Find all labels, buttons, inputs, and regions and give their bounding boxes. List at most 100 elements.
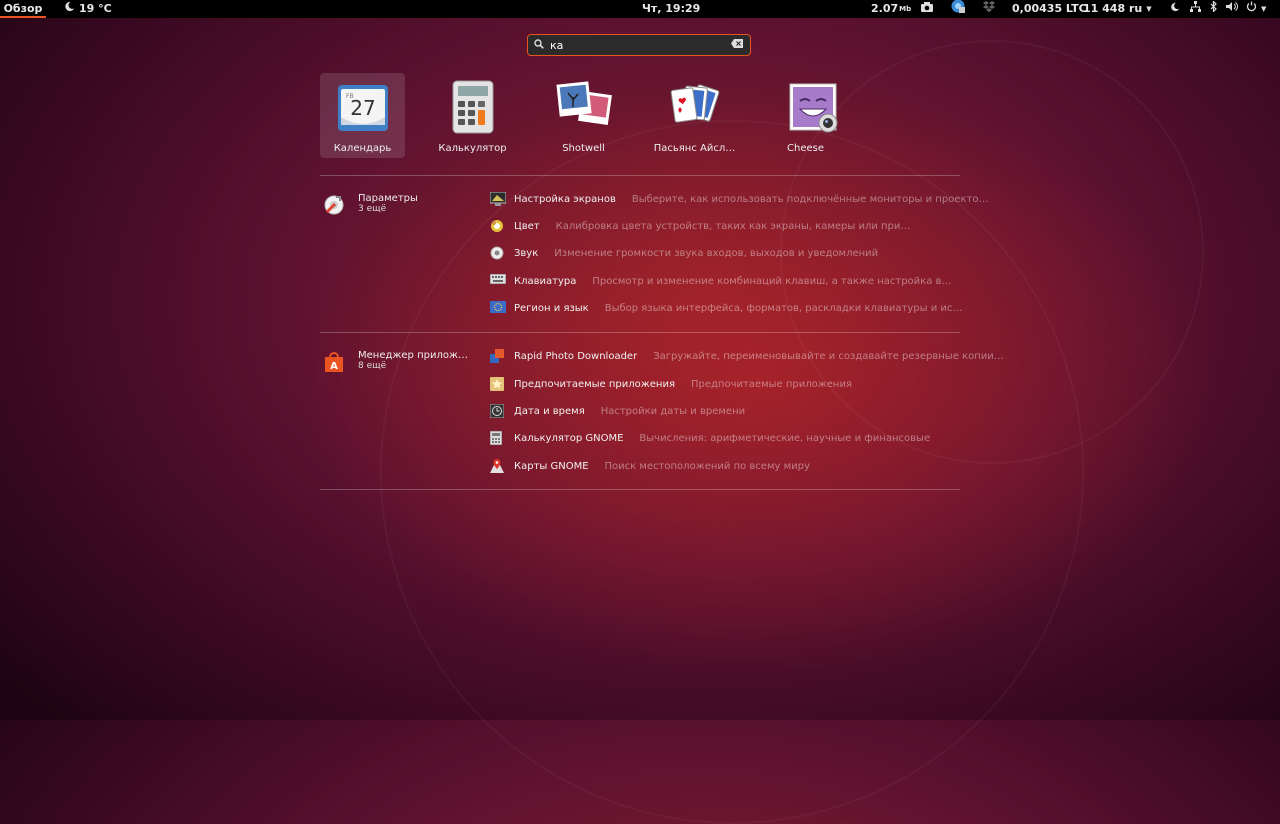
playing-cards-icon — [667, 79, 723, 135]
calendar-icon: FB 27 — [335, 79, 391, 135]
app-label: Shotwell — [562, 143, 605, 154]
app-calculator[interactable]: Калькулятор — [430, 73, 515, 158]
search-icon — [528, 38, 550, 52]
app-calendar[interactable]: FB 27 Календарь — [320, 73, 405, 158]
chevron-down-icon: ▼ — [1261, 5, 1267, 13]
clear-search-icon[interactable] — [724, 39, 750, 51]
night-light-icon — [1170, 0, 1180, 18]
result-color[interactable]: Цвет Калибровка цвета устройств, таких к… — [490, 218, 916, 234]
calculator-icon — [445, 79, 501, 135]
search-box[interactable] — [527, 34, 751, 56]
clock-icon — [489, 403, 506, 419]
result-region-language[interactable]: Регион и язык Выбор языка интерфейса, фо… — [490, 300, 965, 316]
result-description: Выберите, как использовать подключённые … — [631, 193, 992, 205]
crypto-indicator[interactable]: 0,00435 LTC — [1012, 0, 1087, 18]
weather-temp: 19 °C — [79, 2, 112, 15]
net-speed-indicator[interactable]: 2.07 Mb — [871, 0, 911, 18]
result-title: Rapid Photo Downloader — [514, 350, 638, 362]
result-description: Предпочитаемые приложения — [690, 378, 852, 390]
net-speed-unit: Mb — [899, 5, 912, 13]
result-title: Предпочитаемые приложения — [514, 378, 675, 390]
search-input[interactable] — [550, 38, 724, 52]
clock-button[interactable]: Чт, 19:29 — [642, 0, 700, 18]
result-description: Изменение громкости звука входов, выходо… — [554, 247, 879, 259]
activities-indicator — [0, 16, 46, 18]
dropbox-indicator[interactable] — [983, 0, 995, 18]
result-description: Поиск местоположений по всему миру — [604, 460, 810, 472]
result-gnome-calculator[interactable]: Калькулятор GNOME Вычисления: арифметиче… — [489, 430, 931, 446]
language-label: ru — [1129, 2, 1143, 15]
result-date-time[interactable]: Дата и время Настройки даты и времени — [489, 403, 746, 419]
volume-icon — [1226, 0, 1238, 18]
language-indicator[interactable]: ru ▼ — [1129, 0, 1152, 18]
cheese-icon — [778, 79, 837, 135]
result-description: Вычисления: арифметические, научные и фи… — [639, 432, 931, 444]
result-title: Карты GNOME — [514, 460, 589, 472]
night-light-indicator[interactable] — [1170, 0, 1180, 18]
svg-text:27: 27 — [350, 96, 375, 120]
maps-icon — [490, 459, 506, 473]
settings-icon — [322, 193, 348, 219]
result-preferred-apps[interactable]: Предпочитаемые приложения Предпочитаемые… — [490, 376, 852, 392]
net-speed-value: 2.07 — [871, 2, 899, 15]
moon-icon — [64, 0, 75, 18]
power-icon — [1246, 0, 1257, 18]
screenshot-indicator[interactable] — [921, 0, 933, 18]
app-shotwell[interactable]: Shotwell — [541, 73, 626, 158]
camera-icon — [921, 0, 933, 18]
app-label: Cheese — [787, 143, 824, 154]
result-title: Регион и язык — [514, 302, 589, 314]
chrome-indicator[interactable] — [951, 0, 965, 18]
provider-settings[interactable]: Параметры 3 ещё — [322, 193, 418, 219]
crypto-value: 0,00435 LTC — [1012, 2, 1087, 15]
result-display-settings[interactable]: Настройка экранов Выберите, как использо… — [489, 191, 992, 207]
volume-indicator[interactable] — [1226, 0, 1238, 18]
speaker-icon — [490, 246, 506, 260]
result-rapid-photo-downloader[interactable]: Rapid Photo Downloader Загружайте, переи… — [490, 348, 1004, 364]
app-label: Пасьянс Айсл… — [653, 143, 736, 154]
app-cheese[interactable]: Cheese — [763, 73, 848, 158]
globe-icon — [951, 0, 965, 19]
network-indicator[interactable] — [1190, 0, 1201, 18]
top-bar: Обзор 19 °C Чт, 19:29 2.07 Mb 0,00435 LT… — [0, 0, 1280, 18]
result-description: Просмотр и изменение комбинаций клавиш, … — [592, 275, 953, 287]
result-title: Цвет — [514, 220, 540, 232]
preferred-apps-icon — [490, 377, 506, 391]
provider-more-count: 3 ещё — [358, 204, 387, 214]
counter-indicator[interactable]: 11 448 — [1083, 0, 1125, 18]
color-icon — [490, 219, 506, 233]
result-title: Калькулятор GNOME — [514, 432, 624, 444]
app-label: Калькулятор — [438, 143, 507, 154]
app-label: Календарь — [333, 143, 392, 154]
weather-indicator[interactable]: 19 °C — [64, 0, 112, 18]
display-icon — [489, 191, 507, 206]
app-solitaire[interactable]: Пасьянс Айсл… — [652, 73, 737, 158]
rapid-photo-downloader-icon — [490, 349, 506, 363]
result-description: Калибровка цвета устройств, таких как эк… — [555, 220, 916, 232]
power-menu[interactable]: ▼ — [1246, 0, 1266, 18]
chevron-down-icon: ▼ — [1146, 5, 1152, 13]
provider-software-manager[interactable]: A Менеджер прилож… 8 ещё — [322, 350, 468, 376]
clock-label: Чт, 19:29 — [642, 2, 701, 15]
result-title: Клавиатура — [514, 275, 577, 287]
region-flag-icon — [490, 301, 506, 315]
result-sound[interactable]: Звук Изменение громкости звука входов, в… — [490, 245, 878, 261]
divider — [320, 175, 960, 176]
provider-name: Параметры — [358, 193, 418, 204]
result-title: Настройка экранов — [514, 193, 616, 205]
counter-value: 11 448 — [1083, 2, 1126, 15]
result-keyboard[interactable]: Клавиатура Просмотр и изменение комбинац… — [489, 273, 953, 289]
divider — [320, 489, 960, 490]
software-center-icon: A — [322, 350, 348, 376]
result-description: Настройки даты и времени — [600, 405, 746, 417]
provider-more-count: 8 ещё — [358, 361, 387, 371]
result-title: Звук — [514, 247, 539, 259]
keyboard-icon — [489, 273, 507, 288]
shotwell-icon — [555, 79, 612, 135]
bluetooth-indicator[interactable] — [1210, 0, 1218, 18]
bluetooth-icon — [1210, 0, 1218, 18]
result-description: Выбор языка интерфейса, форматов, раскла… — [604, 302, 965, 314]
provider-name: Менеджер прилож… — [358, 350, 468, 361]
result-gnome-maps[interactable]: Карты GNOME Поиск местоположений по всем… — [490, 458, 810, 474]
divider — [320, 332, 960, 333]
